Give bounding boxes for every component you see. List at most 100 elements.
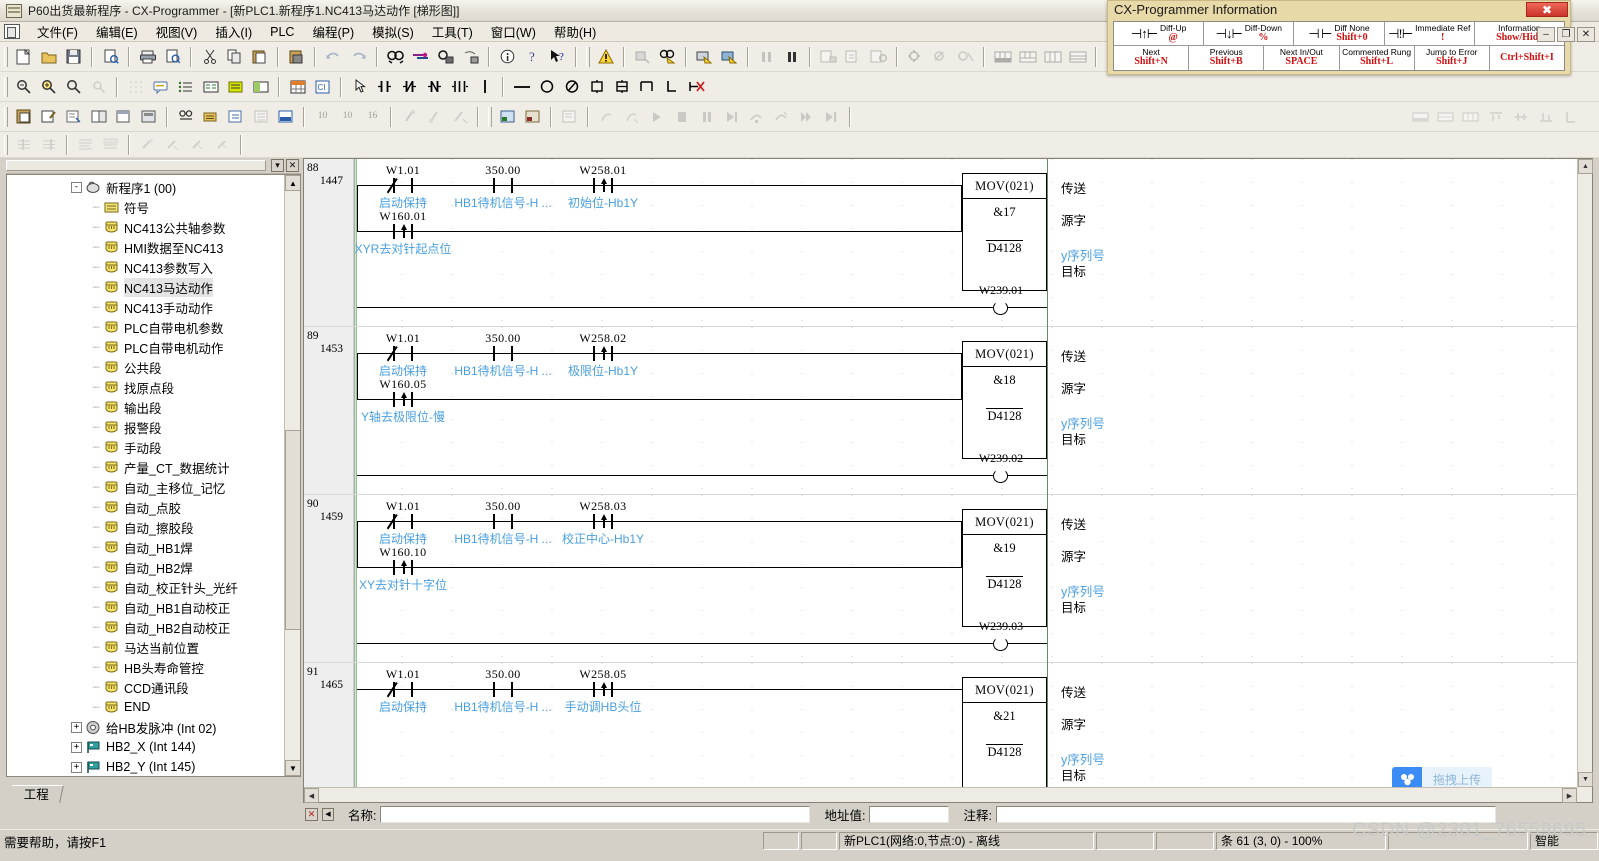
ladder-contact-2-2[interactable]: W258.03 校正中心-Hb1Y [562,499,644,546]
new-function-block-icon[interactable] [635,76,658,98]
online-edit-icon[interactable] [199,106,222,128]
ladder-contact-1-branch[interactable]: W160.05 Y轴去极限位-慢 [361,377,445,424]
diff-monitor-b-icon[interactable] [1434,106,1457,128]
new-file-button[interactable] [12,46,35,68]
output-coil[interactable]: W239.01 [979,283,1023,315]
tree-node-13[interactable]: ┈ 产量_CT_数据统计 [7,457,284,477]
tree-node-25[interactable]: ┈ END [7,697,284,717]
work-online-button[interactable] [631,46,654,68]
delete-element-icon[interactable] [685,76,708,98]
show-rung-comment-icon[interactable] [224,76,247,98]
simulator-console-icon[interactable] [558,106,581,128]
commented-rung-shortcut[interactable]: Commented Rung Shift+L [1340,46,1415,70]
tree-node-14[interactable]: ┈ 自动_主移位_记忆 [7,477,284,497]
sim-run-to-end-icon[interactable] [820,106,843,128]
tree-node-16[interactable]: ┈ 自动_擦胶段 [7,517,284,537]
new-instruction-block-icon[interactable] [610,76,633,98]
open-file-button[interactable] [37,46,60,68]
pause-button[interactable] [780,46,803,68]
ladder-branch-icon[interactable] [1559,106,1582,128]
cut-button[interactable] [198,46,221,68]
toolbar-grip[interactable] [4,106,8,127]
tree-node-22[interactable]: ┈ 马达当前位置 [7,637,284,657]
find-button[interactable] [384,46,407,68]
show-address-reference-icon[interactable] [199,76,222,98]
tree-node-27[interactable]: + HB2_X (Int 144) [7,737,284,757]
ladder-contact-0-branch[interactable]: W160.01 XYR去对针起点位 [355,209,452,256]
save-button[interactable] [62,46,85,68]
tree-vertical-scrollbar[interactable]: ▲ ▼ [284,175,300,776]
tree-node-6[interactable]: ┈ PLC自带电机参数 [7,317,284,337]
menu-help[interactable]: 帮助(H) [545,20,605,43]
tree-node-9[interactable]: ┈ 找原点段 [7,377,284,397]
menu-view[interactable]: 视图(V) [147,20,207,43]
tree-node-8[interactable]: ┈ 公共段 [7,357,284,377]
immediate-ref-icon[interactable]: ⊣!⊢ Immediate Ref! [1384,22,1475,46]
tree-node-18[interactable]: ┈ 自动_HB2焊 [7,557,284,577]
ladder-contact-3-2[interactable]: W258.05 手动调HB头位 [565,667,642,714]
information-shortcut[interactable]: Ctrl+Shift+I [1490,46,1564,70]
ladder-contact-1-2[interactable]: W258.02 极限位-Hb1Y [568,331,638,378]
transfer-from-plc-button[interactable] [718,46,741,68]
diff-monitor-a-icon[interactable] [1409,106,1432,128]
ladder-rung[interactable]: 90 1459 W1.01 启动保持 350.00 HB1待机信号-H ... W258.0… [304,495,1577,663]
new-contact-nc-icon[interactable] [398,76,421,98]
tree-close-button[interactable]: ✕ [286,159,299,172]
output-coil[interactable]: W239.02 [979,451,1023,483]
select-tool-icon[interactable] [348,76,371,98]
ladder-contact-1-1[interactable]: 350.00 HB1待机信号-H ... [454,331,551,378]
ladder-rung[interactable]: 91 1465 W1.01 启动保持 350.00 HB1待机信号-H ... W258.0… [304,663,1577,787]
tree-node-15[interactable]: ┈ 自动_点胶 [7,497,284,517]
tree-node-20[interactable]: ┈ 自动_HB1自动校正 [7,597,284,617]
sim-step-over-icon[interactable] [745,106,768,128]
force-cancel-all-icon[interactable] [448,106,471,128]
text-block-icon[interactable] [99,134,122,156]
menu-edit[interactable]: 编辑(E) [87,20,147,43]
next-shortcut[interactable]: Next Shift+N [1114,46,1190,70]
new-closed-contact-icon[interactable] [423,76,446,98]
info-window-close-button[interactable]: ✖ [1526,2,1568,17]
ladder-contact-2-1[interactable]: 350.00 HB1待机信号-H ... [454,499,551,546]
align-top-icon[interactable] [1484,106,1507,128]
ladder-contact-1-0[interactable]: W1.01 启动保持 [379,331,427,378]
tree-dropdown-button[interactable]: ▾ [271,159,284,172]
decimal-10-button[interactable]: 10 [311,106,334,128]
memory-view-1-button[interactable] [991,46,1014,68]
tree-expander[interactable]: + [71,741,82,753]
tree-node-21[interactable]: ┈ 自动_HB2自动校正 [7,617,284,637]
new-instruction-icon[interactable] [585,76,608,98]
ladder-contact-0-0[interactable]: W1.01 启动保持 [379,163,427,210]
sim-step-in-icon[interactable] [720,106,743,128]
menu-window[interactable]: 窗口(W) [482,20,545,43]
cx-information-window[interactable]: CX-Programmer Information ✖ Find Address… [1107,0,1571,75]
tree-node-12[interactable]: ┈ 手动段 [7,437,284,457]
program-check-icon[interactable] [62,106,85,128]
tree-node-26[interactable]: + 给HB发脉冲 (Int 02) [7,717,284,737]
print-preview-page-button[interactable] [99,46,122,68]
reset-value-button[interactable] [929,46,952,68]
mov-instruction-block[interactable]: MOV(021) &19 D4128 [962,509,1047,627]
tree-node-11[interactable]: ┈ 报警段 [7,417,284,437]
close-pane-button[interactable]: ✕ [305,807,318,821]
ladder-scroll-right-button[interactable]: ▶ [1562,788,1577,803]
print-button[interactable] [136,46,159,68]
sim-run-icon[interactable] [645,106,668,128]
help-button[interactable]: ? [521,46,544,68]
force-on-icon[interactable] [398,106,421,128]
tree-node-3[interactable]: ┈ NC413参数写入 [7,257,284,277]
diff-up-icon[interactable]: ⊣↑⊢ Diff-Up @ [1114,22,1205,46]
program-properties-icon[interactable] [112,106,135,128]
sim-pause-icon[interactable] [695,106,718,128]
instruction-ci-icon[interactable]: CI [311,76,334,98]
mov-instruction-block[interactable]: MOV(021) &17 D4128 [962,173,1047,291]
tree-expander[interactable]: - [71,181,82,193]
show-output-window-icon[interactable] [249,76,272,98]
address-field-input[interactable] [869,805,950,823]
find-next-button[interactable] [434,46,457,68]
program-compare-icon[interactable] [87,106,110,128]
menu-simulation[interactable]: 模拟(S) [363,20,423,43]
tree-scroll-down-button[interactable]: ▼ [285,760,300,776]
data-trace-button[interactable] [842,46,865,68]
memory-view-3-button[interactable] [1041,46,1064,68]
sfc-action-icon[interactable] [186,134,209,156]
